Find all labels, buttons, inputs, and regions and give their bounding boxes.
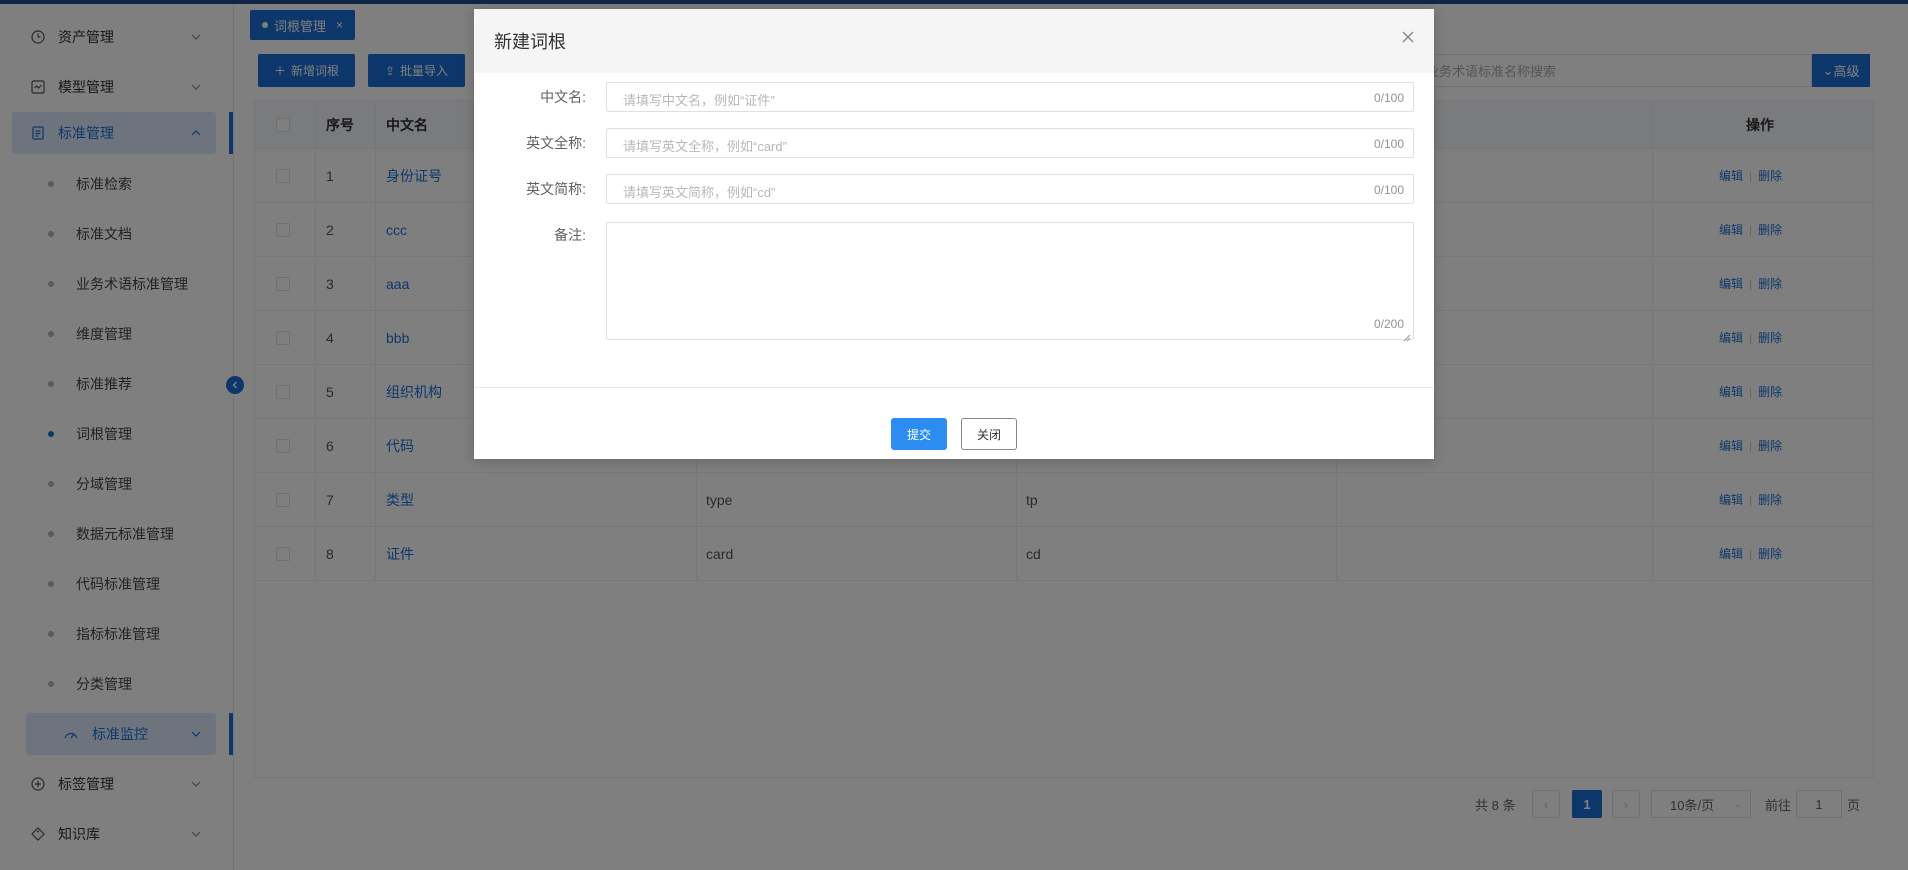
en-abbr-input[interactable]: 请填写英文简称，例如“cd” 0/100: [606, 174, 1414, 204]
en-fullname-input[interactable]: 请填写英文全称，例如“card” 0/100: [606, 128, 1414, 158]
en-fullname-label: 英文全称:: [526, 135, 586, 151]
en-fullname-placeholder: 请填写英文全称，例如“card”: [623, 139, 787, 154]
en-abbr-label: 英文简称:: [526, 181, 586, 197]
dialog-divider: [474, 387, 1434, 388]
remark-textarea[interactable]: 0/200: [606, 222, 1414, 342]
close-icon[interactable]: [1400, 29, 1416, 45]
remark-label: 备注:: [554, 227, 586, 243]
dialog-header: 新建词根: [474, 9, 1434, 73]
cn-name-counter: 0/100: [1373, 91, 1404, 105]
close-button[interactable]: 关闭: [961, 418, 1017, 450]
cn-name-label: 中文名:: [540, 89, 586, 105]
cn-name-input[interactable]: 请填写中文名，例如“证件” 0/100: [606, 82, 1414, 112]
en-fullname-counter: 0/100: [1373, 137, 1404, 151]
resize-handle-icon[interactable]: [1403, 329, 1411, 342]
en-abbr-counter: 0/100: [1373, 183, 1404, 197]
remark-counter: 0/200: [1373, 317, 1404, 331]
dialog-title: 新建词根: [494, 32, 566, 52]
new-root-dialog: 新建词根 中文名: 请填写中文名，例如“证件” 0/100 英文全称: 请填写英…: [474, 9, 1434, 459]
cn-name-placeholder: 请填写中文名，例如“证件”: [623, 93, 775, 108]
en-abbr-placeholder: 请填写英文简称，例如“cd”: [623, 185, 776, 200]
submit-button[interactable]: 提交: [891, 418, 947, 450]
